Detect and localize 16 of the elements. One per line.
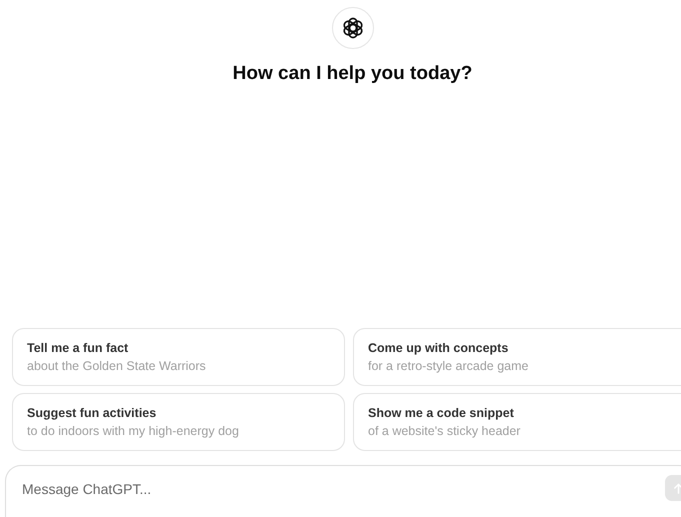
suggestion-subtitle: of a website's sticky header: [368, 424, 522, 438]
logo-icon: [340, 16, 364, 40]
message-composer[interactable]: Message ChatGPT...: [5, 465, 681, 517]
suggestion-title: Tell me a fun fact: [27, 341, 130, 355]
suggestion-subtitle: for a retro-style arcade game: [368, 359, 530, 373]
suggestion-card[interactable]: Come up with concepts for a retro-style arcade game: [353, 328, 681, 386]
suggestion-card[interactable]: Tell me a fun fact about the Golden State Warriors: [12, 328, 345, 386]
suggestion-subtitle: to do indoors with my high-energy dog: [27, 424, 240, 438]
suggestion-card[interactable]: Show me a code snippet of a website's sticky header: [353, 393, 681, 451]
suggestion-title: Show me a code snippet: [368, 406, 515, 420]
page-heading: How can I help you today?: [232, 63, 472, 85]
arrow-up-icon: [672, 482, 681, 494]
suggestion-subtitle: about the Golden State Warriors: [27, 359, 207, 373]
suggestion-title: Come up with concepts: [368, 341, 510, 355]
suggestion-card[interactable]: Suggest fun activities to do indoors with my high-energy dog: [12, 393, 345, 451]
suggestion-title: Suggest fun activities: [27, 406, 158, 420]
